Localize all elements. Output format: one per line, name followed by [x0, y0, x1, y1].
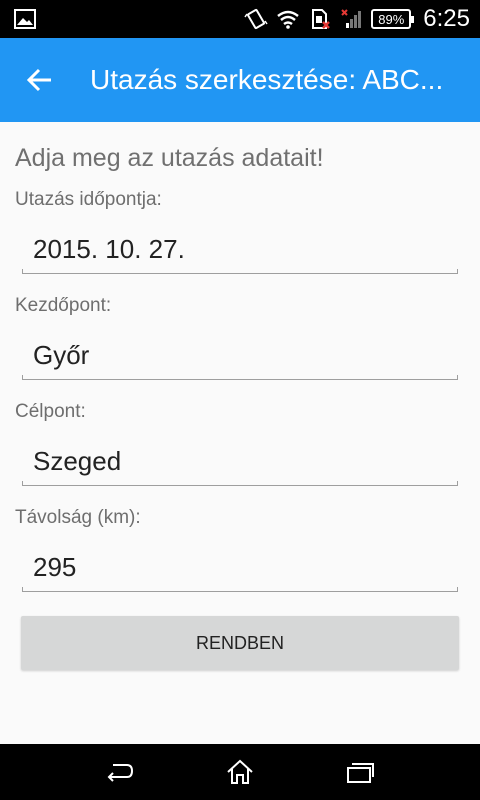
nav-back-icon [107, 764, 134, 782]
date-field[interactable]: 2015. 10. 27. [22, 224, 458, 274]
distance-field[interactable]: 295 [22, 542, 458, 592]
start-field[interactable]: Győr [22, 330, 458, 380]
sim-icon [307, 8, 333, 30]
status-icons: 89% 6:25 [243, 0, 472, 38]
nav-recents-button[interactable] [340, 756, 380, 788]
battery-icon: 89% [371, 9, 415, 29]
back-button[interactable] [22, 62, 58, 98]
distance-underline [22, 587, 458, 592]
nav-back-button[interactable] [100, 756, 140, 788]
nav-recents-icon [347, 763, 374, 783]
app-bar: Utazás szerkesztése: ABC... [0, 38, 480, 122]
image-icon [14, 9, 36, 29]
distance-label: Távolság (km): [15, 507, 141, 528]
nav-home-button[interactable] [220, 756, 260, 788]
date-label: Utazás időpontja: [15, 189, 162, 210]
destination-underline [22, 481, 458, 486]
navigation-bar [0, 744, 480, 800]
clock: 6:25 [423, 5, 470, 32]
date-underline [22, 269, 458, 274]
page-title: Utazás szerkesztése: ABC... [90, 64, 444, 95]
start-underline [22, 375, 458, 380]
nav-home-icon [227, 759, 253, 784]
date-value: 2015. 10. 27. [33, 233, 185, 264]
wifi-icon [275, 8, 301, 30]
ok-button[interactable]: RENDBEN [21, 616, 459, 670]
destination-label: Célpont: [15, 401, 86, 422]
start-value: Győr [33, 339, 90, 370]
status-bar: 89% 6:25 [0, 0, 480, 38]
form-heading: Adja meg az utazás adatait! [15, 144, 324, 172]
back-arrow-icon [27, 68, 51, 92]
distance-value: 295 [33, 551, 77, 582]
vibrate-icon [243, 8, 269, 30]
destination-value: Szeged [33, 445, 122, 476]
destination-field[interactable]: Szeged [22, 436, 458, 486]
battery-level: 89% [378, 11, 405, 27]
signal-icon [339, 8, 365, 30]
start-label: Kezdőpont: [15, 295, 112, 316]
